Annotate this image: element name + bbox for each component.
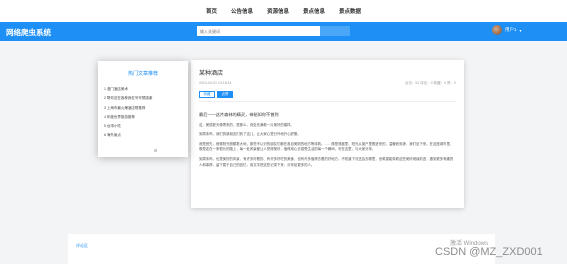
comment-section: 评论区	[68, 234, 495, 264]
app-header: 网络爬虫系统 用户1 ▾	[0, 22, 567, 41]
list-item[interactable]: 5 台湾小吃	[104, 124, 152, 129]
article-body: 最后——这片森林的精灵，神秘如你不曾到 这，美丽夏天像寄来的，是那么，到处充满着…	[199, 112, 456, 172]
comment-label: 评论区	[76, 243, 88, 248]
article-stats: 点击：51 评论：0 收藏：0 赞：0	[404, 81, 456, 85]
user-name[interactable]: 用户1	[505, 27, 517, 33]
brand-title: 网络爬虫系统	[6, 28, 51, 37]
recommend-panel: 热门文章推荐 1 漫门酒店美术 2 帮你这在各种我在写写想感谢 3 上海市最火爆…	[98, 61, 188, 157]
list-item[interactable]: 1 漫门酒店美术	[104, 87, 152, 92]
recommend-list: 1 漫门酒店美术 2 帮你这在各种我在写写想感谢 3 上海市最火爆酒店帮推荐 4…	[104, 87, 152, 143]
search-button[interactable]	[320, 26, 350, 36]
list-item[interactable]: 6 海外景点	[104, 133, 152, 138]
nav-item-attractions[interactable]: 景点信息	[303, 7, 325, 15]
list-item[interactable]: 4 年度世界旅游推荐	[104, 115, 152, 120]
nav-item-announcements[interactable]: 公告信息	[231, 7, 253, 15]
top-nav: 首页 公告信息 资源信息 景点信息 景点数据	[0, 0, 567, 22]
like-button[interactable]: 点赞	[217, 91, 233, 98]
drag-handle-icon[interactable]	[154, 149, 157, 152]
list-item[interactable]: 3 上海市最火爆酒店帮推荐	[104, 106, 152, 111]
csdn-watermark: CSDN @MZ_ZXD001	[435, 246, 543, 258]
article-paragraph: 到周末吗，我们的新朋友们到了这儿，让大家心里分外地开心舒服。	[199, 132, 301, 137]
user-menu[interactable]: 用户1 ▾	[492, 25, 522, 35]
nav-item-resources[interactable]: 资源信息	[267, 7, 289, 15]
avatar[interactable]	[492, 25, 502, 35]
favorite-button[interactable]: 收藏	[199, 91, 215, 98]
nav-item-home[interactable]: 首页	[206, 7, 217, 15]
article-card: 某种酒店 2024-04-01 10:18:14 点击：51 评论：0 收藏：0…	[191, 60, 464, 208]
chevron-down-icon[interactable]: ▾	[520, 28, 522, 33]
article-title: 某种酒店	[199, 71, 224, 77]
list-item[interactable]: 2 帮你这在各种我在写写想感谢	[104, 96, 152, 101]
divider	[199, 101, 456, 102]
article-date: 2024-04-01 10:18:14	[199, 81, 232, 85]
article-paragraph: 我是首先，就像阳光照耀着大地，那些不认识的朋友们都在各自美丽的地方等待着。……像…	[199, 141, 454, 152]
panel-title: 热门文章推荐	[127, 71, 158, 77]
search-bar	[197, 26, 350, 36]
article-paragraph: 到周末吗，也是美好的风景，有许多好看的、有许多好吃的美食，也有许多值得去看的好地…	[199, 156, 454, 167]
search-input[interactable]	[197, 26, 320, 36]
nav-item-attraction-data[interactable]: 景点数据	[339, 7, 361, 15]
article-paragraph: 这，美丽夏天像寄来的，是那么，到处充满着一片美好的模样。	[199, 122, 294, 127]
article-lead: 最后——这片森林的精灵，神秘如你不曾到	[199, 112, 279, 117]
